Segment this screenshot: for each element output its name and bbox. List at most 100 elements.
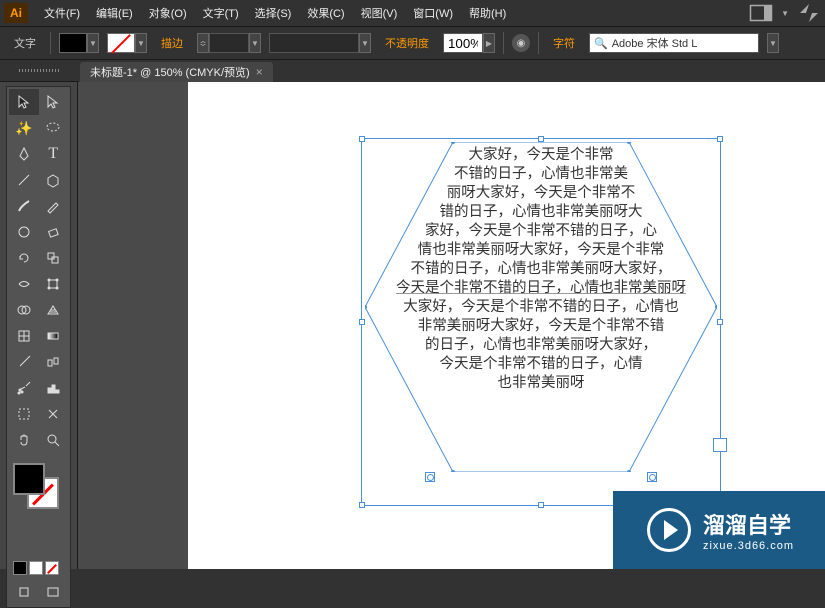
eraser-tool[interactable] <box>39 219 69 245</box>
selection-handle[interactable] <box>359 502 365 508</box>
tool-panel: ✨ T <box>0 82 78 569</box>
opacity-label[interactable]: 不透明度 <box>379 33 435 53</box>
direct-selection-tool[interactable] <box>39 89 69 115</box>
text-overflow-marker[interactable] <box>713 438 727 452</box>
divider <box>503 32 504 54</box>
font-dropdown-icon[interactable]: ▼ <box>767 33 779 53</box>
perspective-grid-tool[interactable] <box>39 297 69 323</box>
color-mode-solid[interactable] <box>13 561 27 575</box>
selection-tool[interactable] <box>9 89 39 115</box>
lasso-tool[interactable] <box>39 115 69 141</box>
panel-grip[interactable] <box>0 60 78 82</box>
blend-tool[interactable] <box>39 349 69 375</box>
divider <box>50 32 51 54</box>
draw-normal-mode[interactable] <box>9 579 39 605</box>
artboard[interactable]: 大家好，今天是个非常 不错的日子，心情也非常美 丽呀大家好，今天是个非常不 错的… <box>188 82 825 569</box>
selection-handle[interactable] <box>717 319 723 325</box>
gradient-tool[interactable] <box>39 323 69 349</box>
watermark-url: zixue.3d66.com <box>703 540 794 552</box>
play-icon <box>647 508 691 552</box>
text-hexagon-object[interactable]: 大家好，今天是个非常 不错的日子，心情也非常美 丽呀大家好，今天是个非常不 错的… <box>365 142 717 472</box>
area-type-content[interactable]: 大家好，今天是个非常 不错的日子，心情也非常美 丽呀大家好，今天是个非常不 错的… <box>365 146 717 393</box>
canvas-area[interactable]: 大家好，今天是个非常 不错的日子，心情也非常美 丽呀大家好，今天是个非常不 错的… <box>78 82 825 569</box>
fill-dropdown-icon[interactable]: ▼ <box>87 33 99 53</box>
opacity-input[interactable] <box>443 33 483 53</box>
zoom-tool[interactable] <box>39 427 69 453</box>
tool-name-label: 文字 <box>8 33 42 53</box>
tabbar: 未标题-1* @ 150% (CMYK/预览) × <box>0 60 825 82</box>
width-tool[interactable] <box>9 271 39 297</box>
stroke-swatch-none[interactable] <box>107 33 135 53</box>
free-transform-tool[interactable] <box>39 271 69 297</box>
paintbrush-tool[interactable] <box>9 193 39 219</box>
pencil-tool[interactable] <box>39 193 69 219</box>
tab-close-icon[interactable]: × <box>256 65 263 79</box>
menu-view[interactable]: 视图(V) <box>353 1 406 25</box>
watermark: 溜溜自学 zixue.3d66.com <box>613 491 825 569</box>
hand-tool[interactable] <box>9 427 39 453</box>
fill-swatch[interactable] <box>59 33 87 53</box>
sync-icon[interactable] <box>797 3 821 23</box>
menu-window[interactable]: 窗口(W) <box>405 1 461 25</box>
type-tool[interactable]: T <box>39 141 69 167</box>
search-icon: 🔍 <box>594 37 608 50</box>
color-mode-none[interactable] <box>45 561 59 575</box>
artboard-tool[interactable] <box>9 401 39 427</box>
selection-handle[interactable] <box>538 502 544 508</box>
brush-profile-input[interactable] <box>269 33 359 53</box>
menubar: Ai 文件(F) 编辑(E) 对象(O) 文字(T) 选择(S) 效果(C) 视… <box>0 0 825 26</box>
shape-builder-tool[interactable] <box>9 297 39 323</box>
stroke-color-control[interactable]: ▼ <box>107 33 147 53</box>
watermark-title: 溜溜自学 <box>703 508 794 540</box>
text-in-port[interactable] <box>425 472 435 482</box>
symbol-sprayer-tool[interactable] <box>9 375 39 401</box>
recolor-icon[interactable]: ◉ <box>512 34 530 52</box>
menu-file[interactable]: 文件(F) <box>36 1 88 25</box>
stroke-weight-dropdown-icon[interactable]: ▼ <box>249 33 261 53</box>
brush-profile-control[interactable]: ▼ <box>269 33 371 53</box>
layout-icon[interactable] <box>749 3 773 23</box>
menu-object[interactable]: 对象(O) <box>141 1 195 25</box>
layout-dropdown-icon[interactable]: ▼ <box>781 9 789 18</box>
opacity-control[interactable]: ▶ <box>443 33 495 53</box>
text-out-port[interactable] <box>647 472 657 482</box>
menu-effect[interactable]: 效果(C) <box>299 1 352 25</box>
menu-select[interactable]: 选择(S) <box>247 1 300 25</box>
stroke-weight-input[interactable] <box>209 33 249 53</box>
main-area: ✨ T <box>0 82 825 569</box>
eyedropper-tool[interactable] <box>9 349 39 375</box>
line-segment-tool[interactable] <box>9 167 39 193</box>
brush-profile-dropdown-icon[interactable]: ▼ <box>359 33 371 53</box>
divider <box>538 32 539 54</box>
screen-mode-toggle[interactable] <box>39 579 69 605</box>
document-tab[interactable]: 未标题-1* @ 150% (CMYK/预览) × <box>80 62 273 82</box>
stroke-label[interactable]: 描边 <box>155 33 189 53</box>
stroke-stepper-icon[interactable]: ≎ <box>197 33 209 53</box>
character-label[interactable]: 字符 <box>547 33 581 53</box>
fill-color-control[interactable]: ▼ <box>59 33 99 53</box>
menu-edit[interactable]: 编辑(E) <box>88 1 141 25</box>
pen-tool[interactable] <box>9 141 39 167</box>
color-mode-gradient[interactable] <box>29 561 43 575</box>
mesh-tool[interactable] <box>9 323 39 349</box>
stroke-weight-control[interactable]: ≎ ▼ <box>197 33 261 53</box>
selection-handle[interactable] <box>717 136 723 142</box>
app-icon: Ai <box>4 3 28 23</box>
tab-title: 未标题-1* @ 150% (CMYK/预览) <box>90 64 250 80</box>
color-section <box>9 459 69 509</box>
slice-tool[interactable] <box>39 401 69 427</box>
rectangle-tool[interactable] <box>39 167 69 193</box>
menu-type[interactable]: 文字(T) <box>195 1 247 25</box>
rotate-tool[interactable] <box>9 245 39 271</box>
opacity-dropdown-icon[interactable]: ▶ <box>483 33 495 53</box>
font-search-input[interactable]: 🔍 Adobe 宋体 Std L <box>589 33 759 53</box>
scale-tool[interactable] <box>39 245 69 271</box>
optionsbar: 文字 ▼ ▼ 描边 ≎ ▼ ▼ 不透明度 ▶ ◉ 字符 🔍 Adobe 宋体 S… <box>0 26 825 60</box>
menu-help[interactable]: 帮助(H) <box>461 1 514 25</box>
fill-color-box[interactable] <box>13 463 45 495</box>
column-graph-tool[interactable] <box>39 375 69 401</box>
blob-brush-tool[interactable] <box>9 219 39 245</box>
mini-swatches <box>9 561 68 575</box>
stroke-dropdown-icon[interactable]: ▼ <box>135 33 147 53</box>
magic-wand-tool[interactable]: ✨ <box>9 115 39 141</box>
